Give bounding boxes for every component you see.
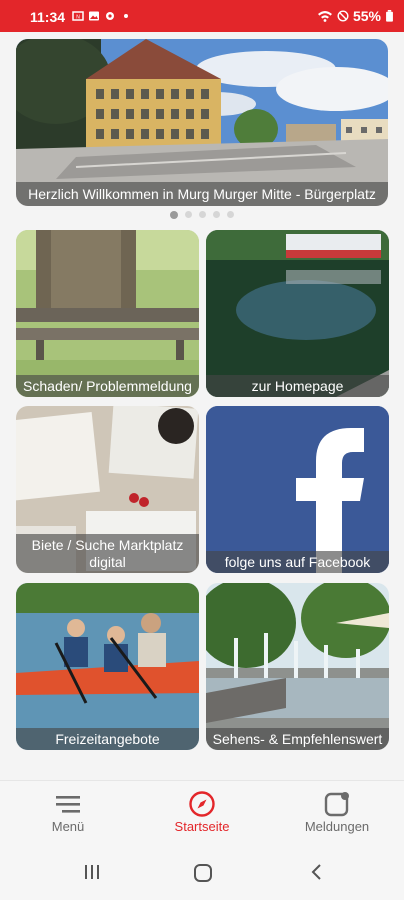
status-left-icons: N bbox=[72, 10, 132, 22]
tile-label: Biete / Suche Marktplatz digital bbox=[16, 534, 199, 573]
menu-icon bbox=[56, 796, 80, 813]
battery-icon bbox=[386, 10, 393, 22]
tile-freizeitangebote[interactable]: Freizeitangebote bbox=[16, 583, 199, 750]
gallery-icon bbox=[89, 11, 99, 21]
facebook-icon bbox=[206, 406, 389, 573]
compass-icon bbox=[189, 791, 215, 817]
tile-image-fountain bbox=[206, 583, 389, 750]
system-navigation-bar bbox=[0, 846, 404, 900]
hero-banner[interactable]: Herzlich Willkommen in Murg Murger Mitte… bbox=[16, 39, 388, 206]
wifi-icon bbox=[317, 11, 332, 22]
tile-image-lake bbox=[206, 230, 389, 397]
tile-homepage[interactable]: zur Homepage bbox=[206, 230, 389, 397]
status-right-icons: 55% bbox=[317, 8, 394, 24]
tile-facebook[interactable]: folge uns auf Facebook bbox=[206, 406, 389, 573]
pager-dot[interactable] bbox=[213, 211, 220, 218]
status-time: 11:34 bbox=[30, 9, 66, 25]
svg-text:N: N bbox=[76, 15, 80, 21]
tile-image-kayak bbox=[16, 583, 199, 750]
sim-icon: N bbox=[72, 11, 84, 21]
nav-menu-label: Menü bbox=[51, 819, 85, 834]
tile-label: zur Homepage bbox=[206, 375, 389, 397]
nav-startseite[interactable]: Startseite bbox=[142, 789, 262, 834]
pager-dot[interactable] bbox=[199, 211, 206, 218]
nav-meldungen[interactable]: Meldungen bbox=[277, 789, 397, 834]
recent-apps-icon[interactable] bbox=[82, 862, 102, 882]
hero-caption: Herzlich Willkommen in Murg Murger Mitte… bbox=[16, 182, 388, 206]
tile-label: folge uns auf Facebook bbox=[206, 551, 389, 573]
tile-marktplatz[interactable]: Biete / Suche Marktplatz digital bbox=[16, 406, 199, 573]
status-bar: 11:34 N 55% bbox=[0, 0, 404, 32]
hero-image bbox=[16, 39, 388, 206]
battery-percent: 55% bbox=[352, 8, 381, 24]
pager-dot[interactable] bbox=[185, 211, 192, 218]
settings-icon bbox=[106, 12, 114, 20]
nav-menu[interactable]: Menü bbox=[8, 789, 128, 834]
tile-label: Schaden/ Problemmeldung bbox=[16, 375, 199, 397]
bottom-navigation: Menü Startseite Meldungen bbox=[0, 780, 404, 847]
pager-dot[interactable] bbox=[170, 210, 178, 219]
tile-schaden-meldung[interactable]: Schaden/ Problemmeldung bbox=[16, 230, 199, 397]
tile-sehenswert[interactable]: Sehens- & Empfehlenswert bbox=[206, 583, 389, 750]
home-icon[interactable] bbox=[192, 862, 214, 884]
dot-icon bbox=[124, 14, 128, 18]
do-not-disturb-icon bbox=[337, 10, 349, 22]
pager-dot[interactable] bbox=[227, 211, 234, 218]
nav-meldungen-label: Meldungen bbox=[304, 819, 370, 834]
back-icon[interactable] bbox=[308, 862, 326, 882]
tile-label: Freizeitangebote bbox=[16, 728, 199, 750]
tile-label: Sehens- & Empfehlenswert bbox=[206, 728, 389, 750]
hero-pager bbox=[0, 210, 404, 219]
nav-startseite-label: Startseite bbox=[174, 819, 230, 834]
notification-icon bbox=[324, 792, 349, 817]
tile-image-bench bbox=[16, 230, 199, 397]
home-content: Herzlich Willkommen in Murg Murger Mitte… bbox=[0, 32, 404, 780]
